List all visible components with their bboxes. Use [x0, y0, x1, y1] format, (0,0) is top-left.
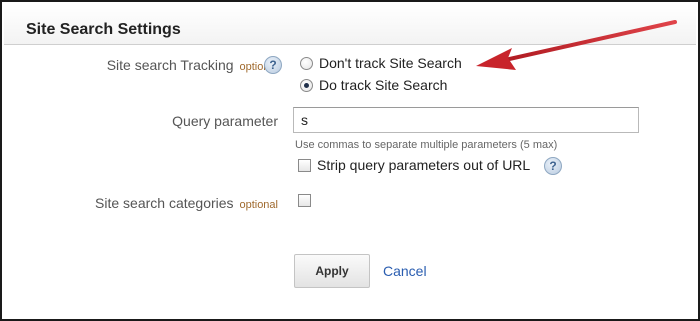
section-title: Site Search Settings — [26, 21, 181, 38]
categories-label-text: Site search categories — [95, 195, 234, 211]
strip-query-help-icon[interactable]: ? — [544, 157, 562, 175]
query-parameter-label: Query parameter — [172, 113, 278, 129]
radio-dont-track-label[interactable]: Don't track Site Search — [319, 55, 462, 71]
categories-checkbox[interactable] — [298, 194, 311, 207]
settings-panel: Site Search Settings Site search Trackin… — [0, 0, 700, 321]
radio-do-track-button[interactable] — [300, 78, 313, 92]
radio-do-track[interactable]: Do track Site Search — [300, 76, 447, 94]
strip-query-checkbox[interactable] — [298, 159, 311, 172]
tracking-label-text: Site search Tracking — [106, 57, 234, 73]
section-header: Site Search Settings — [4, 4, 696, 45]
apply-button[interactable]: Apply — [294, 254, 370, 288]
query-parameter-hint: Use commas to separate multiple paramete… — [295, 139, 558, 151]
radio-dont-track-button[interactable] — [300, 56, 313, 70]
strip-query-label[interactable]: Strip query parameters out of URL — [317, 157, 530, 173]
tracking-help-icon[interactable]: ? — [264, 56, 282, 74]
categories-optional-tag: optional — [239, 199, 278, 211]
tracking-label: Site search Tracking optional — [107, 57, 278, 73]
categories-label: Site search categories optional — [95, 195, 278, 211]
cancel-link[interactable]: Cancel — [383, 263, 427, 279]
query-parameter-input[interactable] — [293, 107, 639, 133]
radio-dont-track[interactable]: Don't track Site Search — [300, 54, 462, 72]
radio-do-track-label[interactable]: Do track Site Search — [319, 77, 447, 93]
